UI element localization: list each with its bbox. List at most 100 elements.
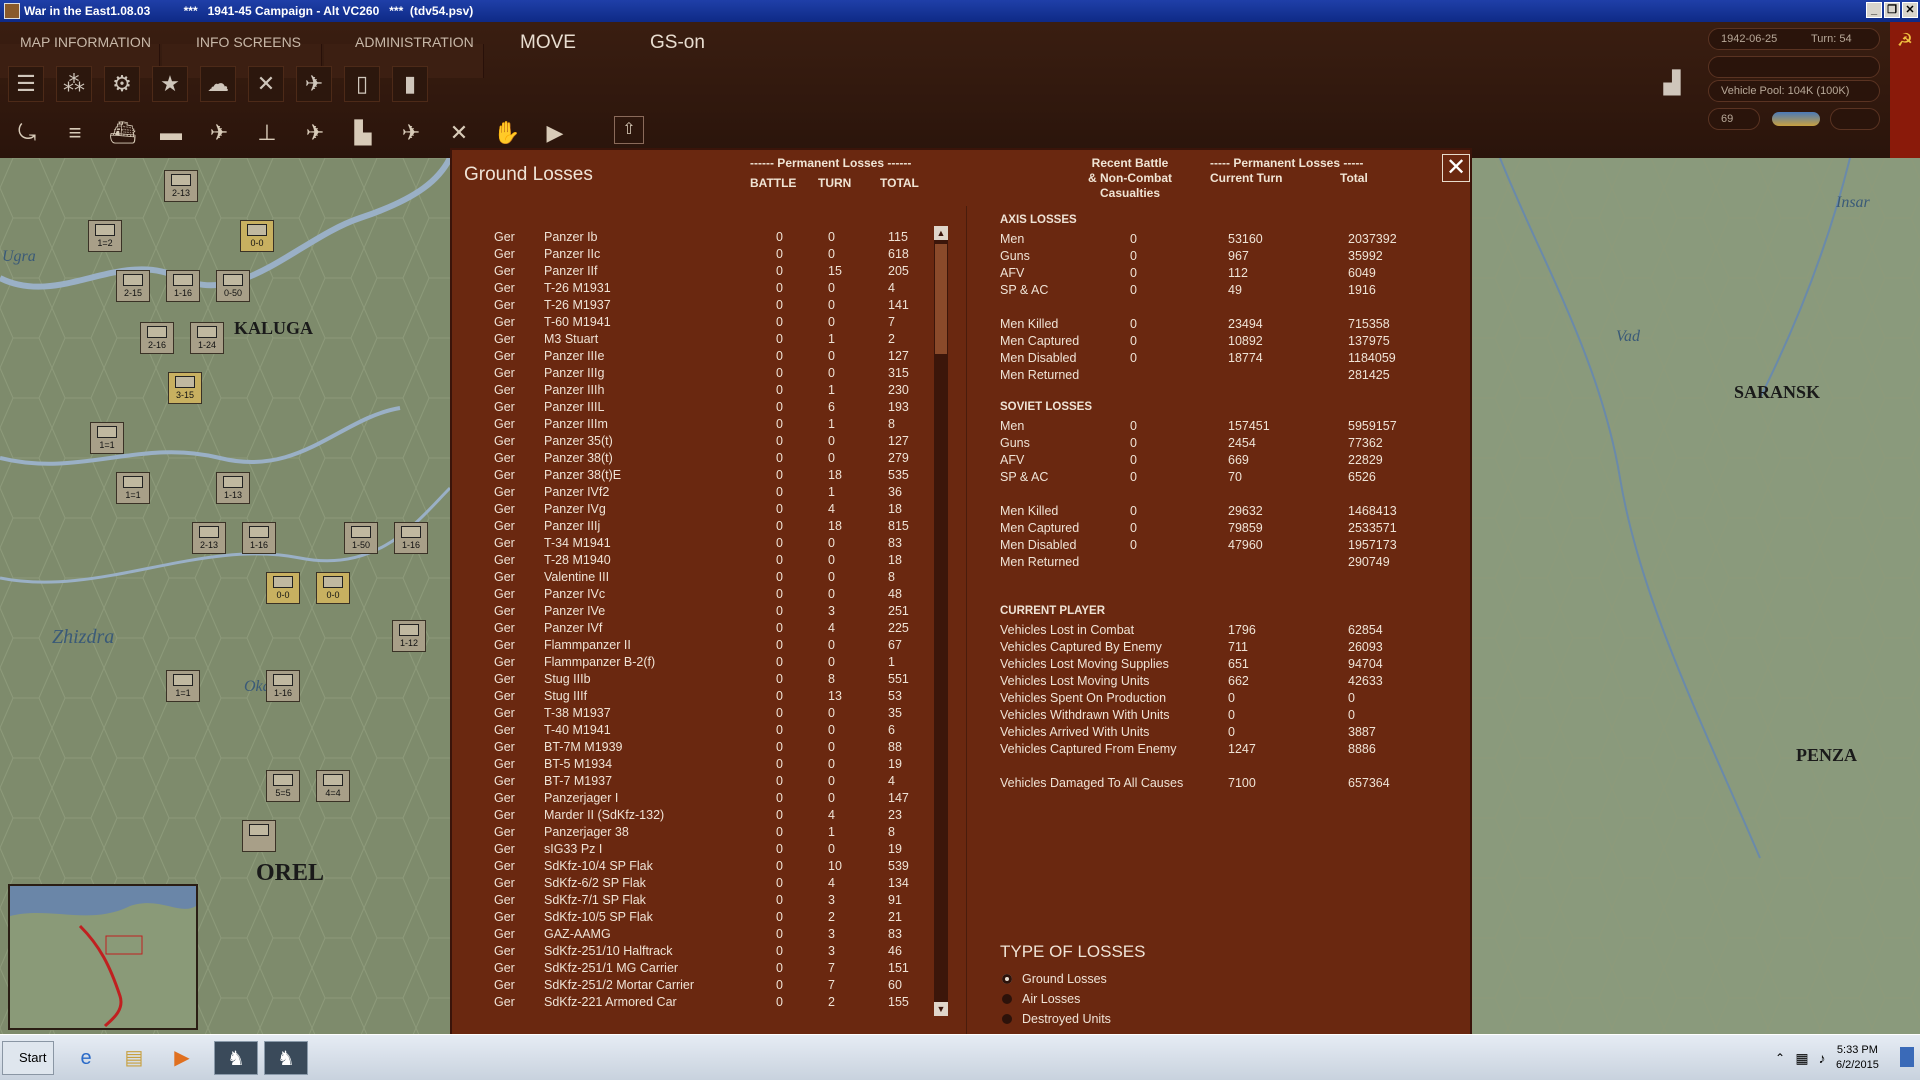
unit-counter[interactable]: 0-50: [216, 270, 250, 302]
total-cell: 83: [888, 927, 902, 941]
column-divider: [966, 206, 967, 1036]
turn-cell: 0: [828, 655, 835, 669]
unit-counter[interactable]: 1-12: [392, 620, 426, 652]
current-turn-cell: 70: [1228, 470, 1242, 484]
start-button[interactable]: Start: [2, 1041, 54, 1075]
air-transfer-icon[interactable]: ✈: [296, 116, 334, 150]
replay-icon[interactable]: ▶: [536, 116, 574, 150]
chart-icon[interactable]: ▟: [1654, 66, 1690, 102]
unit-counter[interactable]: 2-16: [140, 322, 174, 354]
unit-counter[interactable]: 1-16: [166, 270, 200, 302]
menu-map-information[interactable]: MAP INFORMATION: [20, 34, 151, 50]
window-titlebar: War in the East1.08.03 *** 1941-45 Campa…: [0, 0, 1920, 22]
layers-icon[interactable]: ☰: [8, 66, 44, 102]
scroll-down-icon[interactable]: ▼: [934, 1002, 948, 1016]
volume-icon[interactable]: ♪: [1812, 1041, 1832, 1075]
supply-icon[interactable]: ▯: [344, 66, 380, 102]
top-toolbar: MAP INFORMATION INFO SCREENS ADMINISTRAT…: [0, 22, 1920, 158]
stat-label: Men Killed: [1000, 317, 1059, 331]
battle-cell: 0: [776, 468, 783, 482]
unit-counter[interactable]: 1=1: [116, 472, 150, 504]
total-cell: 36: [888, 485, 902, 499]
unit-counter[interactable]: 2-13: [192, 522, 226, 554]
show-desktop-button[interactable]: [1900, 1047, 1914, 1067]
unit-counter[interactable]: 3-15: [168, 372, 202, 404]
restore-button[interactable]: ❐: [1884, 2, 1900, 18]
air-attack-icon[interactable]: ✈: [200, 116, 238, 150]
gear-icon[interactable]: ⚙: [104, 66, 140, 102]
current-turn-cell: 23494: [1228, 317, 1263, 331]
current-turn-cell: 49: [1228, 283, 1242, 297]
total-cell: 1: [888, 655, 895, 669]
scroll-up-icon[interactable]: ▲: [934, 226, 948, 240]
unit-counter[interactable]: 1-16: [242, 522, 276, 554]
factory-icon[interactable]: ▙: [344, 116, 382, 150]
equipment-name-cell: M3 Stuart: [544, 332, 599, 346]
unit-counter[interactable]: 4=4: [316, 770, 350, 802]
fuel-icon[interactable]: ▮: [392, 66, 428, 102]
upload-icon[interactable]: ⇧: [614, 116, 644, 144]
interdict-icon[interactable]: ✕: [440, 116, 478, 150]
nation-cell: Ger: [494, 536, 515, 550]
equipment-name-cell: T-26 M1937: [544, 298, 611, 312]
close-window-button[interactable]: ✕: [1902, 2, 1918, 18]
clock[interactable]: 5:33 PM 6/2/2015: [1836, 1043, 1879, 1073]
radio-air-losses[interactable]: Air Losses: [1002, 992, 1080, 1006]
unit-counter[interactable]: 0-0: [316, 572, 350, 604]
weather-icon[interactable]: ☁: [200, 66, 236, 102]
airfield-icon[interactable]: ⊥: [248, 116, 286, 150]
gs-toggle[interactable]: GS-on: [650, 32, 705, 54]
unit-counter[interactable]: 5=5: [266, 770, 300, 802]
game-window-icon[interactable]: ♞: [214, 1041, 258, 1075]
stat-label: Vehicles Arrived With Units: [1000, 725, 1150, 739]
total-cell: 147: [888, 791, 909, 805]
minimize-button[interactable]: _: [1866, 2, 1882, 18]
move-mode-label[interactable]: MOVE: [520, 32, 576, 54]
menu-info-screens[interactable]: INFO SCREENS: [196, 34, 301, 50]
unit-counter[interactable]: 0-0: [240, 220, 274, 252]
browser-icon[interactable]: e: [66, 1041, 106, 1075]
unit-counter[interactable]: 2-15: [116, 270, 150, 302]
naval-icon[interactable]: ▬: [152, 116, 190, 150]
town-saransk: SARANSK: [1734, 382, 1821, 402]
close-button[interactable]: ✕: [1442, 154, 1470, 182]
unit-counter[interactable]: 2-13: [164, 170, 198, 202]
current-turn-cell: 0: [1228, 691, 1235, 705]
radio-ground-losses[interactable]: Ground Losses: [1002, 972, 1107, 986]
unit-counter[interactable]: 1=1: [166, 670, 200, 702]
list-scrollbar[interactable]: ▲ ▼: [934, 226, 948, 1016]
move-tool-icon[interactable]: ⤿: [8, 116, 46, 150]
menu-administration[interactable]: ADMINISTRATION: [355, 34, 474, 50]
air-icon[interactable]: ✈: [296, 66, 332, 102]
unit-counter[interactable]: 1=2: [88, 220, 122, 252]
folder-icon[interactable]: ▤: [114, 1041, 154, 1075]
nation-cell: Ger: [494, 383, 515, 397]
media-player-icon[interactable]: ▶: [162, 1041, 202, 1075]
game-window-icon[interactable]: ♞: [264, 1041, 308, 1075]
ship-icon[interactable]: ⛴: [104, 116, 142, 150]
unit-counter[interactable]: 1-24: [190, 322, 224, 354]
rail-icon[interactable]: ≡: [56, 116, 94, 150]
unit-counter[interactable]: 1-50: [344, 522, 378, 554]
nation-cell: Ger: [494, 672, 515, 686]
partisan-icon[interactable]: ✋: [488, 116, 526, 150]
equipment-loss-list[interactable]: Ger Panzer Ib 0 0 115 Ger Panzer IIc 0 0 618 Ger Pa…: [464, 230, 924, 1020]
stat-label: Guns: [1000, 436, 1030, 450]
minimap[interactable]: [8, 884, 198, 1030]
recent-cell: 0: [1130, 232, 1137, 246]
unit-counter[interactable]: 0-0: [266, 572, 300, 604]
unit-counter[interactable]: 1-16: [266, 670, 300, 702]
star-icon[interactable]: ★: [152, 66, 188, 102]
bomb-icon[interactable]: ✈: [392, 116, 430, 150]
radio-destroyed-units[interactable]: Destroyed Units: [1002, 1012, 1111, 1026]
units-icon[interactable]: ⁂: [56, 66, 92, 102]
unit-counter[interactable]: 1=1: [90, 422, 124, 454]
unit-counter[interactable]: 1-13: [216, 472, 250, 504]
combat-icon[interactable]: ✕: [248, 66, 284, 102]
scroll-thumb[interactable]: [935, 244, 947, 354]
current-player-heading: CURRENT PLAYER: [1000, 605, 1106, 617]
unit-counter[interactable]: [242, 820, 276, 852]
tray-arrow-icon[interactable]: ⌃: [1770, 1041, 1790, 1075]
network-icon[interactable]: ▦: [1792, 1041, 1812, 1075]
unit-counter[interactable]: 1-16: [394, 522, 428, 554]
